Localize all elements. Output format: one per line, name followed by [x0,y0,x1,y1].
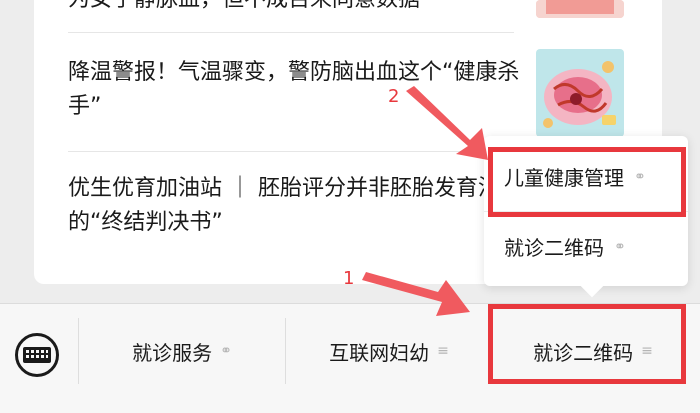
arrow-2 [406,86,488,160]
annotation-arrows [362,86,488,316]
arrow-1 [362,272,470,316]
